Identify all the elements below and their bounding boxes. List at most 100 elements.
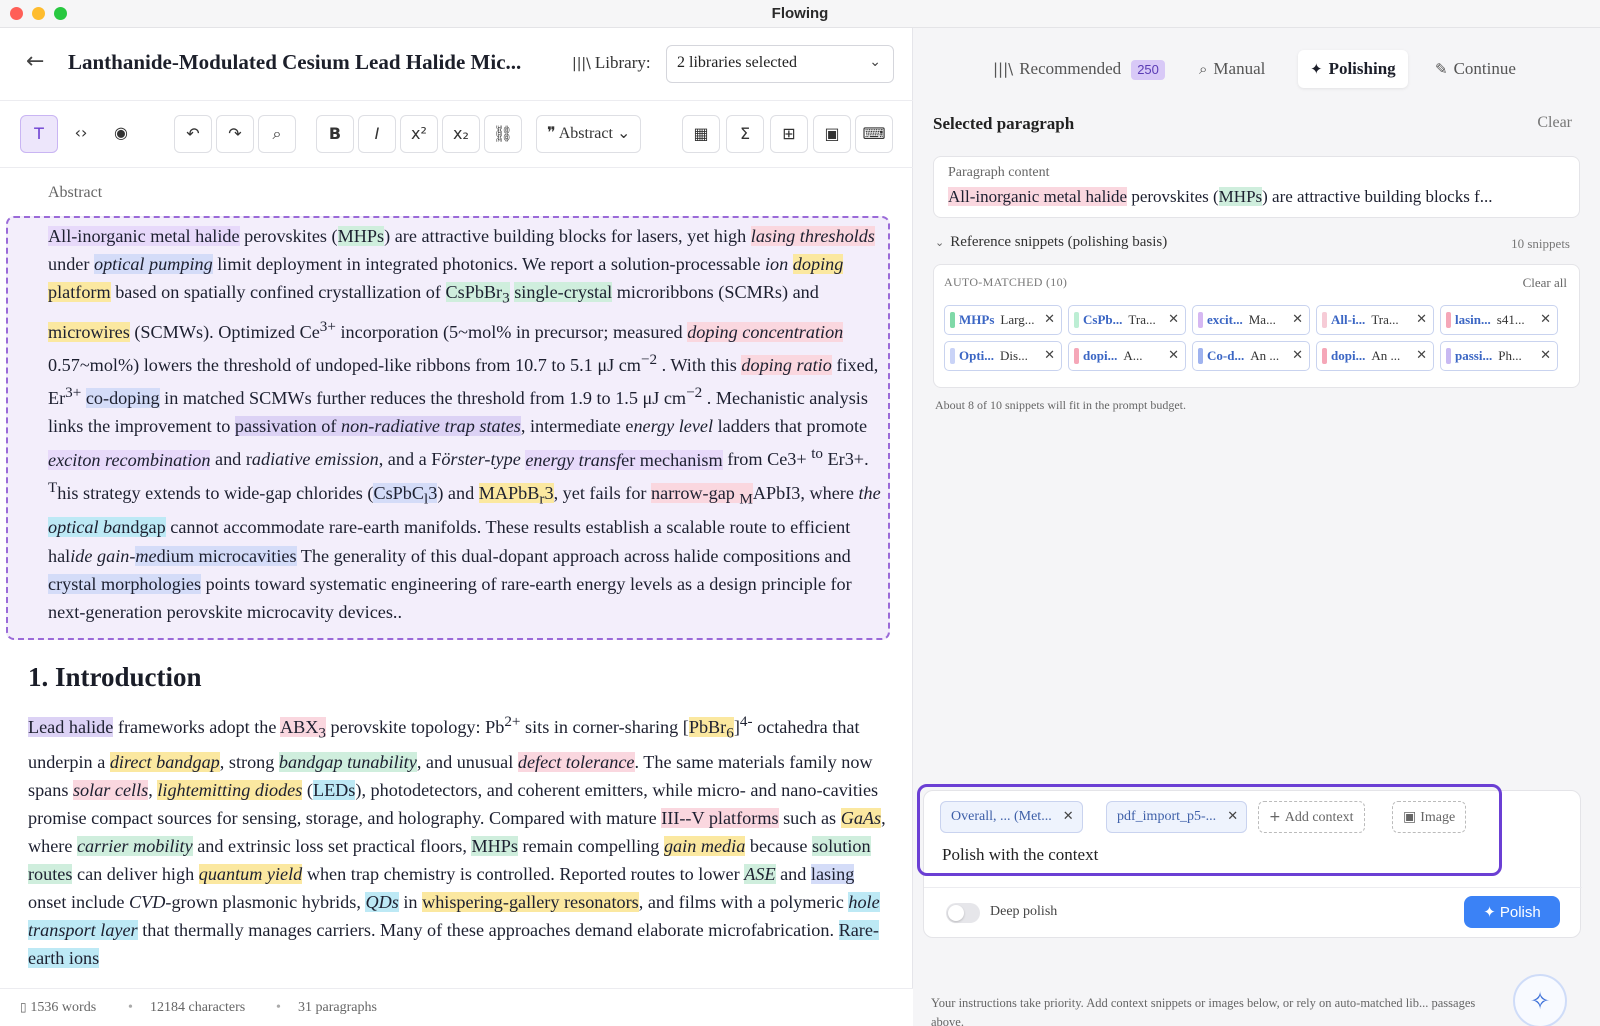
close-icon[interactable]: ✕ (1044, 342, 1055, 370)
subscript-icon[interactable]: x₂ (442, 115, 480, 153)
close-icon[interactable]: ✕ (1044, 306, 1055, 334)
calculator-icon[interactable]: ▦ (682, 115, 720, 153)
italic-icon[interactable]: I (358, 115, 396, 153)
code-view-icon[interactable]: ‹› (62, 115, 100, 153)
section-label: Abstract (48, 184, 103, 201)
chevron-down-icon: ⌄ (616, 125, 631, 142)
snippet-color-marker (1322, 348, 1327, 364)
snippet-color-marker (1198, 348, 1203, 364)
close-icon[interactable]: ✕ (1168, 342, 1179, 370)
snippet-color-marker (1198, 312, 1203, 328)
word-count: ▯ 1536 words (20, 1000, 97, 1015)
snippet-color-marker (1074, 348, 1079, 364)
undo-icon[interactable]: ↶ (174, 115, 212, 153)
snippet-desc: Ma... (1248, 312, 1276, 327)
preview-eye-icon[interactable]: ◉ (102, 115, 140, 153)
instructions-help-text: Your instructions take priority. Add con… (931, 996, 1476, 1026)
link-icon[interactable]: ⛓ (484, 115, 522, 153)
snippet-chip[interactable]: lasin... s41... ✕ (1440, 305, 1558, 335)
editor-toolbar: T ‹› ◉ ↶ ↷ ⌕ B I x² x₂ ⛓ ❞ Abstract ⌄ ▦ … (0, 100, 913, 168)
reference-snippets-toggle[interactable]: ⌄ Reference snippets (polishing basis) (935, 234, 1167, 251)
search-icon[interactable]: ⌕ (258, 115, 296, 153)
tab-manual[interactable]: ⌕ Manual (1187, 50, 1277, 88)
close-icon[interactable]: ✕ (1168, 306, 1179, 334)
snippet-chip[interactable]: passi... Ph... ✕ (1440, 341, 1558, 371)
abstract-paragraph-text[interactable]: All-inorganic metal halide perovskites (… (48, 222, 884, 626)
close-icon[interactable]: ✕ (1540, 342, 1551, 370)
deep-polish-label: Deep polish (990, 904, 1058, 919)
assistant-panel: |||\ Recommended 250 ⌕ Manual ✦ Polishing ✎ C… (913, 28, 1600, 1026)
clear-all-snippets-button[interactable]: Clear all (1523, 275, 1567, 291)
snippet-chip[interactable]: Opti... Dis... ✕ (944, 341, 1062, 371)
close-icon[interactable]: ✕ (1416, 306, 1427, 334)
redo-icon[interactable]: ↷ (216, 115, 254, 153)
close-icon[interactable]: ✕ (1540, 306, 1551, 334)
status-bar: ▯ 1536 words • 12184 characters • 31 par… (0, 988, 913, 1026)
back-arrow-icon[interactable]: ← (26, 50, 52, 76)
panel-tabs: |||\ Recommended 250 ⌕ Manual ✦ Polishing ✎ C… (913, 50, 1600, 90)
snippet-list: AUTO-MATCHED (10) Clear all MHPs Larg... ✕… (933, 264, 1580, 388)
document-icon: ▯ (20, 1000, 31, 1014)
snippet-label: Co-d... (1207, 348, 1245, 363)
snippet-desc: An ... (1371, 348, 1401, 363)
snippet-chip[interactable]: Co-d... An ... ✕ (1192, 341, 1310, 371)
title-bar: Flowing (0, 0, 1600, 28)
snippet-label: All-i... (1331, 312, 1366, 327)
paragraph-content-label: Paragraph content (948, 165, 1050, 180)
library-select[interactable]: 2 libraries selected ⌄ (666, 45, 894, 83)
snippet-color-marker (1446, 312, 1451, 328)
close-icon[interactable]: ✕ (1292, 342, 1303, 370)
snippet-chip[interactable]: MHPs Larg... ✕ (944, 305, 1062, 335)
ai-assistant-fab[interactable]: ✧ (1513, 974, 1567, 1026)
selected-abstract-paragraph[interactable]: All-inorganic metal halide perovskites (… (6, 216, 890, 640)
superscript-icon[interactable]: x² (400, 115, 438, 153)
snippet-label: dopi... (1083, 348, 1118, 363)
snippet-desc: Tra... (1128, 312, 1156, 327)
character-count: 12184 characters (150, 1000, 246, 1015)
snippet-chip[interactable]: All-i... Tra... ✕ (1316, 305, 1434, 335)
chevron-down-icon: ⌄ (935, 236, 945, 249)
close-icon[interactable]: ✕ (1416, 342, 1427, 370)
tab-recommended[interactable]: |||\ Recommended 250 (981, 50, 1177, 88)
recommended-count-badge: 250 (1131, 60, 1165, 80)
sparkle-icon: ✦ (1483, 903, 1496, 921)
block-style-dropdown[interactable]: ❞ Abstract ⌄ (536, 115, 642, 153)
sparkle-icon: ✦ (1310, 60, 1323, 78)
snippet-chip[interactable]: dopi... An ... ✕ (1316, 341, 1434, 371)
introduction-paragraph[interactable]: Lead halide frameworks adopt the ABX3 pe… (28, 708, 890, 973)
snippet-chip[interactable]: dopi... A... ✕ (1068, 341, 1186, 371)
snippet-chip[interactable]: CsPb... Tra... ✕ (1068, 305, 1186, 335)
snippet-desc: s41... (1496, 312, 1525, 327)
tab-polishing[interactable]: ✦ Polishing (1298, 50, 1408, 88)
editor-pane: ← Lanthanide-Modulated Cesium Lead Halid… (0, 28, 913, 1026)
deep-polish-toggle[interactable] (946, 903, 980, 923)
text-mode-button[interactable]: T (20, 115, 58, 153)
snippet-desc: Ph... (1498, 348, 1522, 363)
insert-image-icon[interactable]: ▣ (813, 115, 851, 153)
keyboard-icon[interactable]: ⌨ (855, 115, 893, 153)
introduction-heading: 1. Introduction (28, 662, 202, 692)
document-title: Lanthanide-Modulated Cesium Lead Halide … (68, 50, 522, 74)
library-select-value: 2 libraries selected (677, 54, 797, 71)
paragraph-content-preview: All-inorganic metal halide perovskites (… (948, 187, 1493, 206)
clear-selection-button[interactable]: Clear (1537, 114, 1572, 132)
selected-paragraph-title: Selected paragraph (933, 114, 1075, 133)
close-icon[interactable]: ✕ (1292, 306, 1303, 334)
search-icon: ⌕ (1199, 60, 1208, 78)
document-body: Abstract All-inorganic metal halide pero… (0, 168, 913, 988)
polish-button[interactable]: ✦ Polish (1464, 896, 1560, 928)
tab-continue[interactable]: ✎ Continue (1423, 50, 1528, 88)
snippet-chip[interactable]: excit... Ma... ✕ (1192, 305, 1310, 335)
prompt-budget-note: About 8 of 10 snippets will fit in the p… (935, 398, 1186, 412)
sigma-icon[interactable]: Σ (726, 115, 764, 153)
snippet-desc: Tra... (1371, 312, 1399, 327)
snippet-label: lasin... (1455, 312, 1491, 327)
window-title: Flowing (771, 5, 829, 22)
focus-highlight-outline (917, 784, 1502, 876)
table-icon[interactable]: ⊞ (770, 115, 808, 153)
quote-icon: ❞ (547, 125, 559, 142)
snippet-desc: Larg... (1000, 312, 1035, 327)
library-icon: |||\ (572, 56, 591, 72)
bold-icon[interactable]: B (316, 115, 354, 153)
pen-icon: ✎ (1435, 60, 1448, 78)
